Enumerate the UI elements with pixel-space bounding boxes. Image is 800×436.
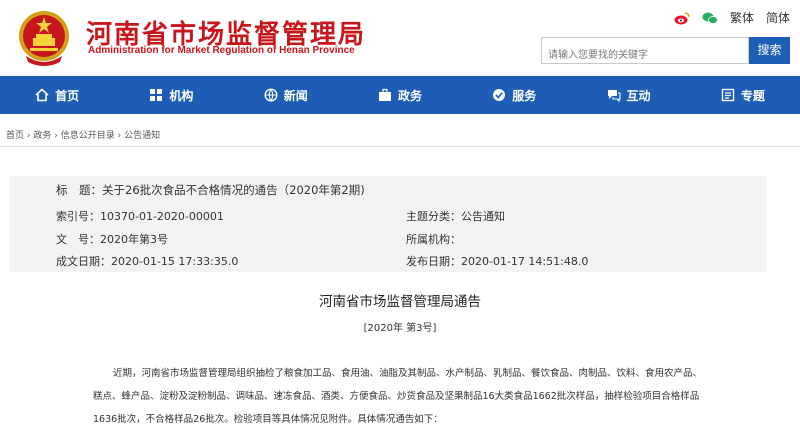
- meta-published-value: 2020-01-17 14:51:48.0: [461, 255, 589, 268]
- meta-created-row: 成文日期：2020-01-15 17:33:35.0: [56, 253, 238, 269]
- nav-item-service[interactable]: 服务: [457, 76, 571, 114]
- meta-title-row: 标 题：关于26批次食品不合格情况的通告（2020年第2期): [56, 182, 365, 198]
- document-number: [2020年 第3号]: [363, 323, 437, 334]
- simplified-chinese-link[interactable]: 简体: [766, 9, 790, 26]
- national-emblem-icon: [19, 11, 69, 66]
- body-line: 近期，河南省市场监督管理局组织抽检了粮食加工品、食用油、油脂及其制品、水产制品、…: [113, 368, 703, 379]
- meta-created-value: 2020-01-15 17:33:35.0: [111, 255, 239, 268]
- search-button[interactable]: 搜索: [749, 37, 790, 64]
- document-meta-panel: 标 题：关于26批次食品不合格情况的通告（2020年第2期) 索引号：10370…: [10, 176, 766, 272]
- divider: [0, 146, 800, 147]
- main-nav: 首页 机构 新闻 政务 服务 互动 专题: [0, 76, 800, 114]
- body-line: 糕点、蜂产品、淀粉及淀粉制品、调味品、速冻食品、酒类、方便食品、炒货食品及坚果制…: [93, 391, 700, 402]
- search-input[interactable]: 请输入您要找的关键字: [541, 37, 749, 64]
- traditional-chinese-link[interactable]: 繁体: [730, 9, 754, 26]
- interaction-icon: [607, 90, 621, 102]
- meta-published-row: 发布日期：2020-01-17 14:51:48.0: [406, 253, 588, 269]
- org-chart-icon: [150, 89, 163, 101]
- briefcase-icon: [378, 88, 391, 101]
- breadcrumb-affairs[interactable]: 政务: [33, 131, 51, 141]
- document-body: 近期，河南省市场监督管理局组织抽检了粮食加工品、食用油、油脂及其制品、水产制品、…: [93, 362, 729, 431]
- meta-title-label: 标 题：: [56, 183, 102, 197]
- nav-label: 机构: [169, 88, 194, 103]
- meta-index-row: 索引号：10370-01-2020-00001: [56, 208, 224, 224]
- nav-item-news[interactable]: 新闻: [229, 76, 343, 114]
- meta-category-label: 主题分类：: [406, 210, 461, 223]
- meta-docno-row: 文 号：2020年第3号: [56, 231, 168, 247]
- service-icon: [493, 89, 506, 101]
- home-icon: [35, 88, 49, 102]
- body-line: 1636批次，不合格样品26批次。检验项目等具体情况见附件。具体情况通告如下：: [93, 414, 443, 425]
- meta-docno-label: 文 号：: [56, 233, 100, 246]
- breadcrumb-catalog[interactable]: 信息公开目录: [61, 131, 115, 141]
- nav-item-topic[interactable]: 专题: [686, 76, 800, 114]
- site-header: 河南省市场监督管理局 Administration for Market Reg…: [0, 0, 800, 76]
- meta-index-label: 索引号：: [56, 210, 100, 223]
- meta-title-value: 关于26批次食品不合格情况的通告（2020年第2期): [102, 183, 365, 197]
- meta-created-label: 成文日期：: [56, 255, 111, 268]
- meta-org-row: 所属机构：: [406, 231, 461, 247]
- nav-label: 服务: [512, 88, 537, 103]
- meta-index-value: 10370-01-2020-00001: [100, 210, 224, 223]
- breadcrumb-home[interactable]: 首页: [6, 131, 24, 141]
- nav-item-interaction[interactable]: 互动: [571, 76, 685, 114]
- globe-icon: [264, 88, 278, 102]
- nav-label: 首页: [55, 88, 80, 103]
- breadcrumb-notices[interactable]: 公告通知: [124, 131, 160, 141]
- document-heading: 河南省市场监督管理局通告: [319, 294, 481, 310]
- meta-org-label: 所属机构：: [406, 233, 461, 246]
- nav-label: 专题: [740, 88, 765, 103]
- nav-item-org[interactable]: 机构: [114, 76, 228, 114]
- nav-item-affairs[interactable]: 政务: [343, 76, 457, 114]
- nav-label: 互动: [626, 88, 651, 103]
- meta-category-row: 主题分类：公告通知: [406, 208, 505, 224]
- weibo-icon[interactable]: [674, 11, 690, 25]
- topic-icon: [721, 88, 735, 102]
- nav-label: 政务: [397, 88, 422, 103]
- meta-published-label: 发布日期：: [406, 255, 461, 268]
- top-links: 繁体 简体: [674, 9, 790, 26]
- nav-label: 新闻: [283, 88, 308, 103]
- breadcrumb: 首页 › 政务 › 信息公开目录 › 公告通知: [6, 128, 160, 141]
- nav-item-home[interactable]: 首页: [0, 76, 114, 114]
- wechat-icon[interactable]: [702, 11, 718, 25]
- site-subtitle: Administration for Market Regulation of …: [88, 45, 355, 56]
- meta-docno-value: 2020年第3号: [100, 233, 168, 246]
- meta-category-value: 公告通知: [461, 210, 505, 223]
